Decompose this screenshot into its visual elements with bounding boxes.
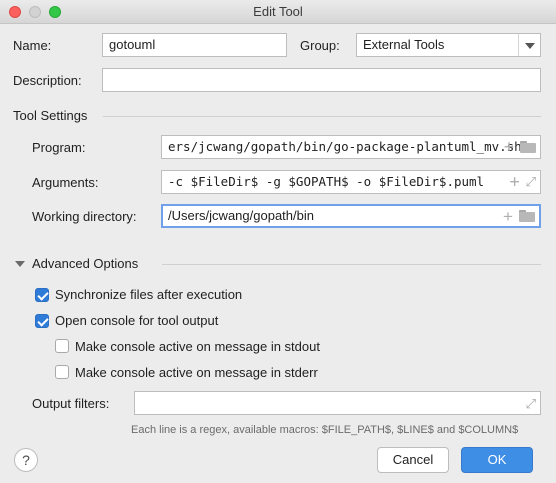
working-directory-value: /Users/jcwang/gopath/bin — [168, 208, 314, 223]
section-divider — [162, 264, 541, 265]
window-title: Edit Tool — [253, 4, 303, 19]
output-filters-hint: Each line is a regex, available macros: … — [131, 424, 519, 436]
plus-icon[interactable]: + — [502, 208, 514, 225]
program-label: Program: — [32, 140, 86, 155]
console-stderr-checkbox[interactable] — [55, 365, 69, 379]
working-directory-field[interactable]: /Users/jcwang/gopath/bin + — [161, 204, 541, 228]
section-divider — [103, 116, 541, 117]
group-label: Group: — [300, 38, 340, 53]
console-stderr-label[interactable]: Make console active on message in stderr — [75, 365, 318, 380]
plus-icon[interactable]: + — [509, 173, 521, 191]
description-label: Description: — [13, 73, 82, 88]
arguments-value: -c $FileDir$ -g $GOPATH$ -o $FileDir$.pu… — [168, 174, 485, 189]
program-field[interactable]: ers/jcwang/gopath/bin/go-package-plantum… — [161, 135, 541, 159]
console-stdout-label[interactable]: Make console active on message in stdout — [75, 339, 320, 354]
arguments-field[interactable]: -c $FileDir$ -g $GOPATH$ -o $FileDir$.pu… — [161, 170, 541, 194]
arguments-label: Arguments: — [32, 175, 99, 190]
collapse-triangle-icon[interactable] — [15, 261, 25, 267]
help-button[interactable]: ? — [14, 448, 38, 472]
expand-icon[interactable]: ⤢ — [526, 176, 536, 189]
folder-icon[interactable] — [520, 141, 536, 153]
cancel-button[interactable]: Cancel — [377, 447, 449, 473]
output-filters-field[interactable]: ⤢ — [134, 391, 541, 415]
output-filters-label: Output filters: — [32, 396, 110, 411]
plus-icon[interactable]: + — [503, 138, 515, 156]
ok-button[interactable]: OK — [461, 447, 533, 473]
sync-files-label[interactable]: Synchronize files after execution — [55, 287, 242, 302]
sync-files-checkbox[interactable] — [35, 288, 49, 302]
program-value: ers/jcwang/gopath/bin/go-package-plantum… — [168, 139, 522, 154]
group-select-value: External Tools — [363, 37, 445, 52]
chevron-down-icon[interactable] — [518, 34, 540, 56]
open-console-checkbox[interactable] — [35, 314, 49, 328]
advanced-options-heading[interactable]: Advanced Options — [32, 256, 138, 271]
group-select[interactable]: External Tools — [356, 33, 541, 57]
description-field[interactable] — [102, 68, 541, 92]
folder-icon[interactable] — [519, 210, 535, 222]
name-field[interactable]: gotouml — [102, 33, 287, 57]
working-directory-label: Working directory: — [32, 209, 137, 224]
tool-settings-heading: Tool Settings — [13, 108, 88, 123]
expand-icon[interactable]: ⤢ — [526, 397, 536, 410]
console-stdout-checkbox[interactable] — [55, 339, 69, 353]
open-console-label[interactable]: Open console for tool output — [55, 313, 218, 328]
name-label: Name: — [13, 38, 52, 53]
